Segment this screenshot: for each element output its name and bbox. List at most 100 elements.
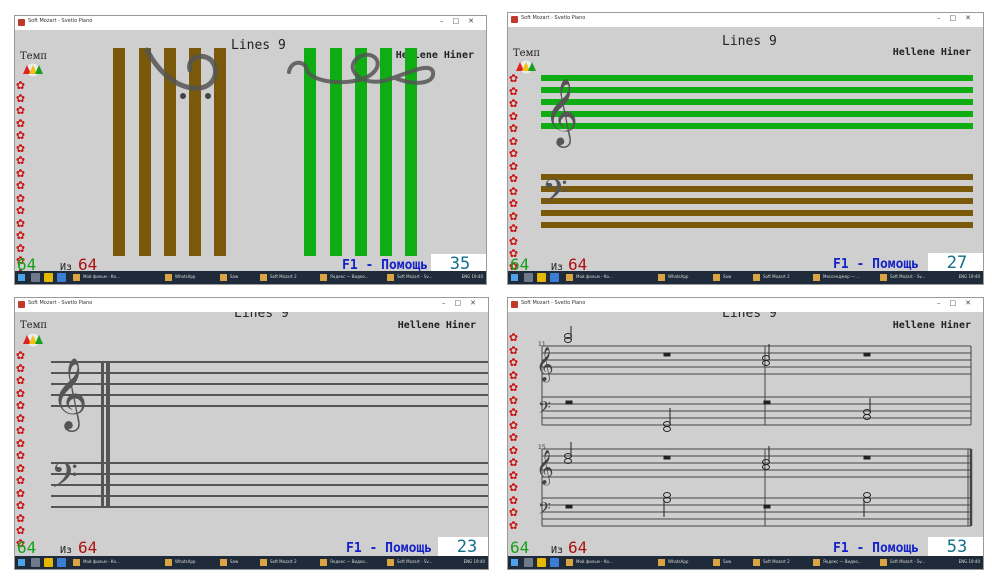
taskbar-app-5[interactable]: Soft Mozart - Sv... bbox=[387, 559, 432, 567]
windows-start-icon[interactable] bbox=[511, 559, 518, 566]
app-icon bbox=[511, 301, 518, 308]
chrome-icon[interactable] bbox=[537, 273, 546, 282]
taskbar-app-0[interactable]: Мой фильм - Ко... bbox=[566, 274, 613, 282]
system-2-treble-staff bbox=[542, 448, 971, 478]
taskbar-app-0[interactable]: Мой фильм - Ко... bbox=[73, 274, 120, 282]
bass-clef-icon: 𝄢 bbox=[542, 173, 568, 219]
treble-clef-icon: 𝄞 bbox=[536, 450, 554, 486]
window-controls[interactable]: –□✕ bbox=[937, 299, 980, 307]
taskbar-app-0[interactable]: Мой фильм - Ко... bbox=[73, 559, 120, 567]
chrome-icon[interactable] bbox=[44, 558, 53, 567]
bass-clef-icon: 𝄢 bbox=[51, 455, 78, 504]
store-icon[interactable] bbox=[57, 558, 66, 567]
system-tray[interactable]: ENG 19:40 bbox=[959, 559, 980, 564]
taskbar-app-1[interactable]: WhatsApp bbox=[658, 274, 688, 282]
taskbar: Мой фильм - Ко... WhatsApp Saw Soft Moza… bbox=[15, 271, 486, 284]
search-icon[interactable] bbox=[524, 558, 533, 567]
total-value: 64 bbox=[568, 538, 588, 557]
system-1-bass-staff bbox=[542, 396, 971, 426]
green-treble-staff bbox=[541, 75, 973, 129]
taskbar-app-5[interactable]: Soft Mozart - Sv... bbox=[880, 559, 925, 567]
app-window: Soft Mozart - Svetlo Piano –□✕ ✿ ✿ ✿ ✿ ✿ ✿ ✿ ✿ ✿… bbox=[14, 15, 487, 285]
sheet-music-area: 11 15 𝄞 𝄢 𝄞 𝄢 bbox=[536, 326, 973, 527]
system-tray[interactable]: ENG 19:40 bbox=[464, 559, 485, 564]
score-value: 64 bbox=[17, 538, 37, 557]
horizontal-staff-area: 𝄞 𝄢 bbox=[541, 75, 973, 228]
taskbar-app-3[interactable]: Soft Mozart 2 bbox=[260, 274, 297, 282]
taskbar-app-4[interactable]: Яндекс — Видео... bbox=[813, 559, 862, 567]
taskbar: Мой фильм - Ко... WhatsApp Saw Soft Moza… bbox=[15, 556, 488, 569]
client-area: ✿ ✿ ✿ ✿ ✿ ✿ ✿ ✿ ✿ ✿ ✿ ✿ ✿ ✿ ✿ ✿ Lines 9 Hellene Hiner Т… bbox=[15, 30, 486, 273]
help-hint[interactable]: F1 - Помощь bbox=[833, 541, 919, 556]
taskbar: Мой фильм - Ко... WhatsApp Saw Soft Moza… bbox=[508, 271, 983, 284]
search-icon[interactable] bbox=[31, 273, 40, 282]
window-title: Soft Mozart - Svetlo Piano bbox=[521, 300, 586, 306]
taskbar-app-2[interactable]: Saw bbox=[220, 274, 238, 282]
title-bar[interactable]: Soft Mozart - Svetlo Piano –□✕ bbox=[508, 298, 983, 312]
title-bar[interactable]: Soft Mozart - Svetlo Piano –□✕ bbox=[15, 16, 486, 30]
app-icon bbox=[18, 19, 25, 26]
chrome-icon[interactable] bbox=[44, 273, 53, 282]
taskbar-app-1[interactable]: WhatsApp bbox=[658, 559, 688, 567]
taskbar-app-4[interactable]: Яндекс — Видео... bbox=[320, 559, 369, 567]
windows-start-icon[interactable] bbox=[18, 559, 25, 566]
title-bar[interactable]: Soft Mozart - Svetlo Piano –□✕ bbox=[508, 13, 983, 27]
title-bar[interactable]: Soft Mozart - Svetlo Piano –□✕ bbox=[15, 298, 488, 312]
taskbar-app-2[interactable]: Saw bbox=[713, 559, 731, 567]
treble-staff bbox=[51, 361, 488, 407]
window-title: Soft Mozart - Svetlo Piano bbox=[28, 18, 93, 24]
taskbar-app-2[interactable]: Saw bbox=[220, 559, 238, 567]
taskbar-app-3[interactable]: Soft Mozart 2 bbox=[753, 559, 790, 567]
window-controls[interactable]: –□✕ bbox=[937, 14, 980, 22]
taskbar-app-5[interactable]: Soft Mozart - Sv... bbox=[880, 274, 925, 282]
windows-start-icon[interactable] bbox=[18, 274, 25, 281]
system-1-treble-staff bbox=[542, 345, 971, 375]
app-window: Soft Mozart - Svetlo Piano –□✕ ✿ ✿ ✿ ✿ ✿ ✿ ✿ ✿ ✿… bbox=[14, 297, 489, 570]
app-icon bbox=[18, 301, 25, 308]
treble-clef-icon: 𝄞 bbox=[51, 356, 88, 432]
help-hint[interactable]: F1 - Помощь bbox=[833, 257, 919, 272]
system-1-notes bbox=[564, 326, 871, 432]
vertical-staff-area bbox=[113, 47, 436, 256]
taskbar-app-3[interactable]: Soft Mozart 2 bbox=[260, 559, 297, 567]
system-1-barlines bbox=[541, 346, 972, 425]
taskbar-app-1[interactable]: WhatsApp bbox=[165, 274, 195, 282]
taskbar-app-3[interactable]: Soft Mozart 2 bbox=[753, 274, 790, 282]
counter-display: 27 bbox=[928, 253, 983, 273]
taskbar-app-4[interactable]: Яндекс — Видео... bbox=[320, 274, 369, 282]
window-title: Soft Mozart - Svetlo Piano bbox=[521, 15, 586, 21]
taskbar-app-5[interactable]: Soft Mozart - Sv... bbox=[387, 274, 432, 282]
window-controls[interactable]: –□✕ bbox=[440, 17, 483, 25]
window-controls[interactable]: –□✕ bbox=[442, 299, 485, 307]
store-icon[interactable] bbox=[57, 273, 66, 282]
treble-clef-icon: 𝄞 bbox=[544, 77, 578, 148]
system-tray[interactable]: ENG 19:40 bbox=[462, 274, 483, 279]
help-hint[interactable]: F1 - Помощь bbox=[346, 541, 432, 556]
brown-bass-staff bbox=[541, 174, 973, 228]
taskbar-app-0[interactable]: Мой фильм - Ко... bbox=[566, 559, 613, 567]
system-2-bass-staff bbox=[542, 497, 971, 527]
counter-display: 53 bbox=[928, 537, 983, 557]
client-area: ✿ ✿ ✿ ✿ ✿ ✿ ✿ ✿ ✿ ✿ ✿ ✿ ✿ ✿ ✿ ✿ Lines 9 Hellene Hiner Т… bbox=[15, 312, 488, 558]
store-icon[interactable] bbox=[550, 558, 559, 567]
counter-display: 23 bbox=[438, 537, 488, 557]
system-tray[interactable]: ENG 19:40 bbox=[959, 274, 980, 279]
chrome-icon[interactable] bbox=[537, 558, 546, 567]
taskbar-app-4[interactable]: Мессенджер — ... bbox=[813, 274, 860, 282]
taskbar-app-2[interactable]: Saw bbox=[713, 274, 731, 282]
taskbar: Мой фильм - Ко... WhatsApp Saw Soft Moza… bbox=[508, 556, 983, 569]
app-window: Soft Mozart - Svetlo Piano –□✕ ✿ ✿ ✿ ✿ ✿ ✿ ✿ ✿ ✿… bbox=[507, 12, 984, 285]
score-value: 64 bbox=[510, 538, 530, 557]
store-icon[interactable] bbox=[550, 273, 559, 282]
of-label: Из bbox=[60, 545, 73, 556]
windows-start-icon[interactable] bbox=[511, 274, 518, 281]
search-icon[interactable] bbox=[31, 558, 40, 567]
system-2-notes bbox=[564, 442, 871, 517]
bass-clef-icon: 𝄢 bbox=[538, 397, 551, 421]
search-icon[interactable] bbox=[524, 273, 533, 282]
bass-staff bbox=[51, 462, 488, 508]
taskbar-app-1[interactable]: WhatsApp bbox=[165, 559, 195, 567]
bass-clef-rotated-icon bbox=[144, 47, 218, 91]
app-icon bbox=[511, 16, 518, 23]
total-value: 64 bbox=[78, 538, 98, 557]
